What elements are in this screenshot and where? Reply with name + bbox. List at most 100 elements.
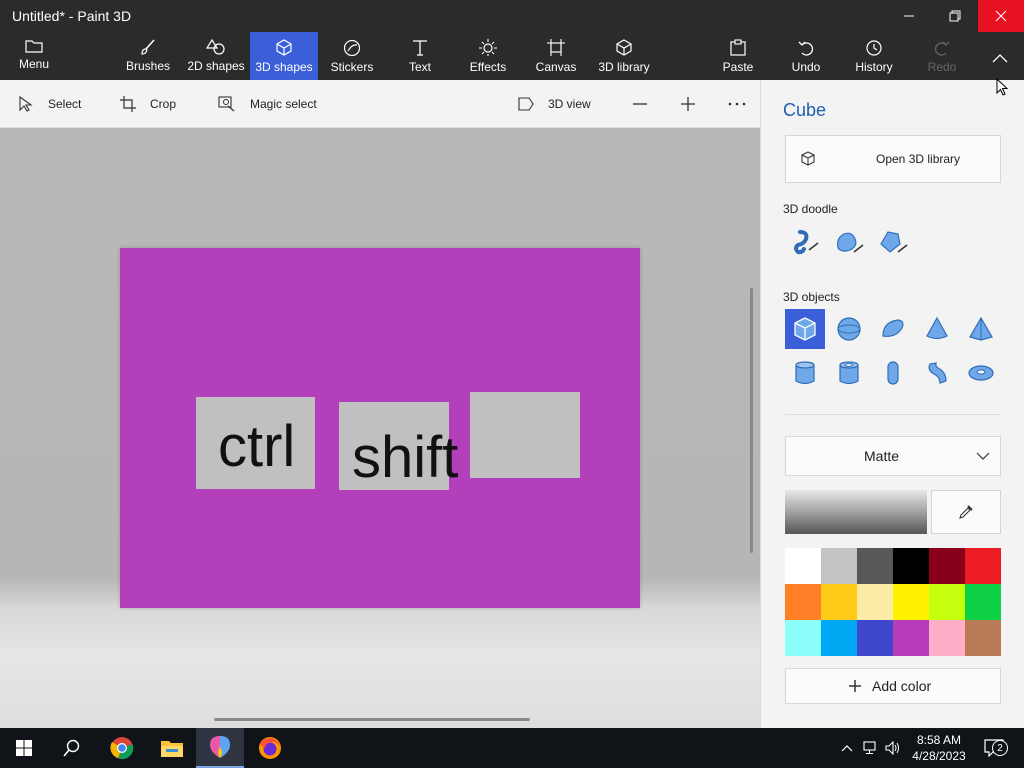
- canvas-icon: [547, 39, 565, 56]
- zoom-in-button[interactable]: [680, 80, 710, 128]
- pyramid-object-button[interactable]: [961, 309, 1001, 349]
- color-swatch[interactable]: [893, 620, 929, 656]
- undo-button[interactable]: Undo: [784, 32, 828, 80]
- color-swatch[interactable]: [857, 548, 893, 584]
- vertical-scrollbar[interactable]: [750, 288, 753, 553]
- 3d-view-button[interactable]: 3D view: [518, 80, 591, 128]
- history-button[interactable]: History: [850, 32, 898, 80]
- undo-icon: [798, 41, 814, 56]
- color-swatch[interactable]: [785, 548, 821, 584]
- doodle-section-label: 3D doodle: [783, 202, 838, 216]
- material-dropdown[interactable]: Matte: [785, 436, 1001, 476]
- tool-3d-shapes[interactable]: 3D shapes: [250, 32, 318, 80]
- tool-2d-shapes[interactable]: 2D shapes: [184, 32, 248, 80]
- color-swatch[interactable]: [893, 548, 929, 584]
- eyedropper-button[interactable]: [931, 490, 1001, 534]
- taskbar-clock[interactable]: 8:58 AM 4/28/2023: [906, 732, 972, 764]
- add-color-button[interactable]: Add color: [785, 668, 1001, 704]
- file-explorer-taskbar-button[interactable]: [148, 728, 196, 768]
- firefox-taskbar-button[interactable]: [246, 728, 294, 768]
- curved-tube-object-button[interactable]: [917, 353, 957, 393]
- blank-key-shape[interactable]: [470, 392, 580, 478]
- tube-icon: [839, 361, 859, 385]
- tool-effects[interactable]: Effects: [464, 32, 512, 80]
- chrome-taskbar-button[interactable]: [98, 728, 146, 768]
- donut-object-button[interactable]: [961, 353, 1001, 393]
- objects-section-label: 3D objects: [783, 290, 840, 304]
- color-swatch[interactable]: [821, 620, 857, 656]
- menu-label: Menu: [18, 57, 50, 71]
- sphere-object-button[interactable]: [829, 309, 869, 349]
- hemisphere-object-button[interactable]: [873, 309, 913, 349]
- color-swatch[interactable]: [929, 620, 965, 656]
- 3d-library-icon: [616, 39, 632, 56]
- select-button[interactable]: Select: [18, 80, 81, 128]
- color-swatch[interactable]: [857, 584, 893, 620]
- color-swatch[interactable]: [785, 620, 821, 656]
- undo-label: Undo: [791, 60, 821, 74]
- 3d-view-icon: [518, 97, 534, 111]
- shift-key-shape[interactable]: shift: [339, 402, 458, 490]
- open-3d-library-button[interactable]: Open 3D library: [785, 135, 1001, 183]
- drawing-canvas[interactable]: ctrl shift: [120, 248, 640, 608]
- tube-object-button[interactable]: [829, 353, 869, 393]
- color-swatch[interactable]: [857, 620, 893, 656]
- crop-button[interactable]: Crop: [120, 80, 176, 128]
- ctrl-key-text: ctrl: [218, 414, 296, 479]
- search-button[interactable]: [48, 728, 96, 768]
- color-preview[interactable]: [785, 490, 927, 534]
- tube-doodle-button[interactable]: [873, 222, 913, 262]
- sub-toolbar: Select Crop Magic select 3D view: [0, 80, 760, 128]
- close-button[interactable]: [978, 0, 1024, 32]
- network-icon: [863, 741, 876, 754]
- menu-button[interactable]: Menu: [10, 32, 58, 80]
- minimize-button[interactable]: [886, 0, 932, 32]
- show-hidden-icons-button[interactable]: [836, 728, 858, 768]
- workspace[interactable]: ctrl shift: [0, 128, 760, 728]
- color-swatch[interactable]: [965, 584, 1001, 620]
- color-swatch[interactable]: [965, 548, 1001, 584]
- collapse-toolbar-button[interactable]: [980, 32, 1020, 80]
- color-swatch[interactable]: [821, 584, 857, 620]
- soft-edge-doodle-button[interactable]: [829, 222, 869, 262]
- color-swatch[interactable]: [821, 548, 857, 584]
- color-swatch[interactable]: [785, 584, 821, 620]
- tool-brushes[interactable]: Brushes: [122, 32, 174, 80]
- color-swatch[interactable]: [965, 620, 1001, 656]
- volume-button[interactable]: [882, 728, 904, 768]
- mouse-cursor-icon: [996, 78, 1009, 96]
- tool-label: Stickers: [330, 60, 374, 74]
- sun-icon: [479, 39, 497, 56]
- tool-text[interactable]: Text: [396, 32, 444, 80]
- restore-button[interactable]: [932, 0, 978, 32]
- cylinder-object-button[interactable]: [785, 353, 825, 393]
- start-button[interactable]: [0, 728, 48, 768]
- cone-object-button[interactable]: [917, 309, 957, 349]
- zoom-out-button[interactable]: [632, 80, 662, 128]
- tool-stickers[interactable]: Stickers: [326, 32, 378, 80]
- chevron-up-icon: [841, 745, 853, 752]
- sharp-edge-doodle-button[interactable]: [785, 222, 825, 262]
- magic-select-button[interactable]: Magic select: [218, 80, 317, 128]
- more-options-button[interactable]: [728, 80, 760, 128]
- color-swatch[interactable]: [929, 548, 965, 584]
- paint-3d-taskbar-button[interactable]: [196, 728, 244, 768]
- crop-icon: [120, 96, 136, 112]
- ctrl-key-shape[interactable]: ctrl: [196, 397, 315, 489]
- paste-button[interactable]: Paste: [716, 32, 760, 80]
- tool-3d-library[interactable]: 3D library: [596, 32, 652, 80]
- redo-button[interactable]: Redo: [920, 32, 964, 80]
- horizontal-scrollbar[interactable]: [214, 718, 530, 721]
- history-label: History: [855, 60, 893, 74]
- network-button[interactable]: [860, 728, 882, 768]
- color-swatch[interactable]: [893, 584, 929, 620]
- cone-icon: [926, 316, 948, 340]
- cube-object-button[interactable]: [785, 309, 825, 349]
- tool-canvas[interactable]: Canvas: [532, 32, 580, 80]
- window-title: Untitled* - Paint 3D: [12, 8, 132, 24]
- capsule-object-button[interactable]: [873, 353, 913, 393]
- 2d-shapes-icon: [206, 39, 225, 55]
- brush-icon: [141, 39, 155, 55]
- color-swatch[interactable]: [929, 584, 965, 620]
- paste-label: Paste: [722, 60, 754, 74]
